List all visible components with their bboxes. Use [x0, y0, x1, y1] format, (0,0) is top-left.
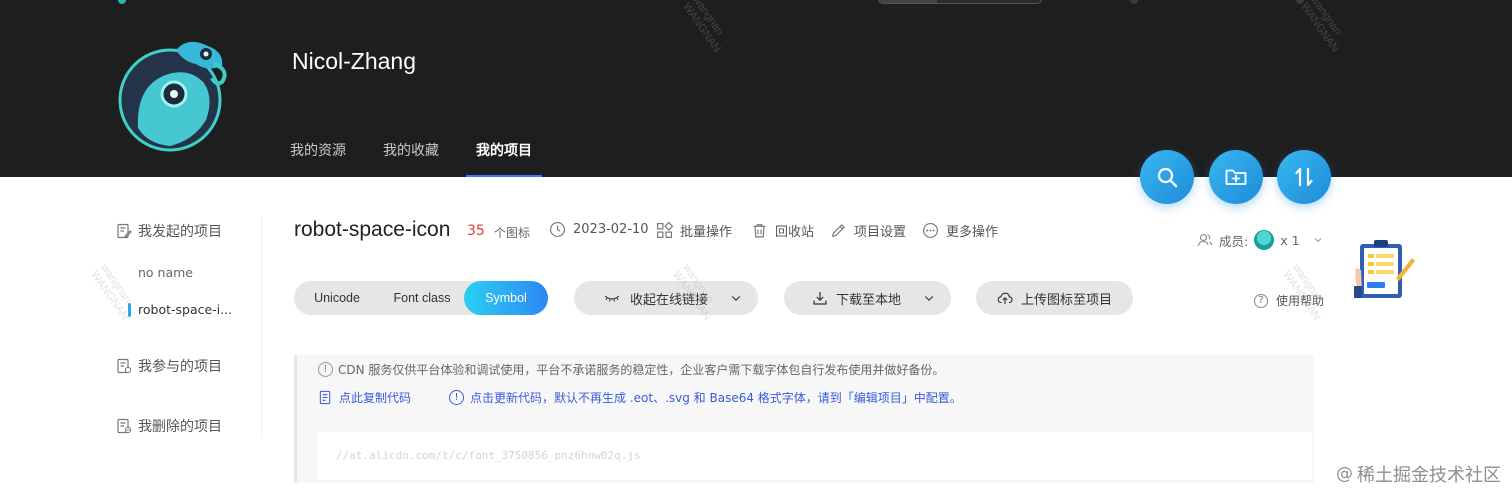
user-avatar[interactable]	[118, 28, 230, 152]
at-icon: @	[1336, 464, 1353, 484]
project-delete-icon	[117, 418, 132, 434]
profile-nav: 我的资源 我的收藏 我的项目	[290, 140, 542, 177]
chevron-down-icon	[1314, 238, 1321, 243]
search-button[interactable]	[1140, 150, 1194, 204]
format-switch: Unicode Font class Symbol	[294, 281, 548, 315]
clipboard-illustration-icon[interactable]	[1352, 238, 1416, 302]
member-avatar	[1254, 230, 1275, 250]
chevron-down-icon	[731, 296, 741, 302]
project-settings-label: 项目设置	[854, 225, 907, 240]
format-symbol-button[interactable]: Symbol	[464, 281, 548, 315]
profile-header: Nicol-Zhang 我的资源 我的收藏 我的项目 wangnan WANGN…	[0, 0, 1512, 177]
watermark: wangnan WANGNAN	[680, 0, 726, 55]
online-link-dropdown[interactable]: 收起在线链接	[574, 281, 758, 315]
help-link[interactable]: ? 使用帮助	[1254, 292, 1324, 309]
format-fontclass-button[interactable]: Font class	[380, 281, 464, 315]
new-project-button[interactable]	[1209, 150, 1263, 204]
cloud-upload-icon	[997, 292, 1013, 304]
more-operations-button[interactable]: 更多操作	[922, 221, 998, 240]
icon-count-label: 个图标	[494, 226, 531, 240]
recycle-bin-label: 回收站	[775, 225, 815, 240]
cdn-notice-text: CDN 服务仅供平台体验和调试使用，平台不承诺服务的稳定性，企业客户需下载字体包…	[338, 363, 945, 377]
code-actions: 点此复制代码 ! 点击更新代码，默认不再生成 .eot、.svg 和 Base6…	[318, 389, 962, 406]
trash-icon	[753, 224, 766, 238]
online-link-label: 收起在线链接	[629, 292, 708, 308]
refresh-code-link[interactable]: ! 点击更新代码，默认不再生成 .eot、.svg 和 Base64 格式字体，…	[449, 389, 962, 406]
question-icon: ?	[1254, 293, 1268, 308]
sort-icon	[1295, 167, 1313, 187]
top-dot	[118, 0, 126, 4]
members-label: 成员:	[1219, 233, 1249, 249]
top-dot	[1296, 0, 1304, 4]
created-projects-label: 我发起的项目	[138, 224, 222, 240]
format-unicode-button[interactable]: Unicode	[294, 281, 380, 315]
batch-operations-label: 批量操作	[680, 225, 733, 240]
footer-watermark-text: 稀土掘金技术社区	[1357, 465, 1501, 486]
joined-projects-label: 我参与的项目	[138, 359, 222, 375]
download-dropdown[interactable]: 下载至本地	[784, 281, 951, 315]
footer-watermark: @ 稀土掘金技术社区	[1336, 461, 1501, 487]
top-dot	[1130, 0, 1138, 4]
pencil-icon	[832, 224, 845, 237]
help-label: 使用帮助	[1276, 294, 1325, 308]
copy-code-label: 点此复制代码	[339, 391, 412, 405]
more-operations-label: 更多操作	[946, 225, 999, 240]
eye-closed-icon	[604, 295, 620, 302]
sidebar-project-item[interactable]: no name	[138, 265, 193, 280]
grid-icon	[657, 222, 673, 238]
project-title: robot-space-icon	[294, 218, 451, 241]
members-dropdown[interactable]: 成员: x 1	[1197, 230, 1324, 250]
clock-icon	[550, 222, 565, 237]
deleted-projects-group[interactable]: 我删除的项目	[116, 416, 222, 436]
copy-document-icon	[319, 390, 331, 405]
project-date-text: 2023-02-10	[573, 222, 649, 237]
search-icon	[1157, 167, 1178, 188]
top-toggle-segment	[879, 0, 937, 3]
more-icon	[923, 223, 938, 238]
recycle-bin-button[interactable]: 回收站	[751, 221, 814, 240]
chevron-down-icon	[924, 296, 934, 302]
project-edit-icon	[117, 223, 132, 239]
sidebar-project-item-active[interactable]: robot-space-i...	[127, 302, 232, 317]
project-join-icon	[117, 358, 132, 374]
deleted-projects-label: 我删除的项目	[138, 419, 222, 435]
members-icon	[1197, 233, 1213, 247]
tab-my-projects[interactable]: 我的项目	[466, 140, 542, 177]
joined-projects-group[interactable]: 我参与的项目	[116, 356, 222, 376]
tab-my-favorites[interactable]: 我的收藏	[383, 140, 439, 177]
created-projects-group[interactable]: 我发起的项目	[116, 221, 222, 241]
download-icon	[813, 292, 827, 305]
cdn-notice: ! CDN 服务仅供平台体验和调试使用，平台不承诺服务的稳定性，企业客户需下载字…	[318, 361, 944, 378]
sidebar-divider	[261, 217, 262, 437]
info-icon: !	[318, 362, 333, 377]
upload-label: 上传图标至项目	[1020, 292, 1112, 308]
upload-button[interactable]: 上传图标至项目	[976, 281, 1133, 315]
sort-button[interactable]	[1277, 150, 1331, 204]
download-label: 下载至本地	[835, 292, 901, 308]
info-icon: !	[449, 390, 465, 405]
copy-code-link[interactable]: 点此复制代码	[318, 389, 411, 406]
refresh-code-label: 点击更新代码，默认不再生成 .eot、.svg 和 Base64 格式字体，请到…	[470, 391, 962, 405]
members-count: x 1	[1280, 232, 1300, 248]
icon-count: 35	[467, 223, 485, 239]
project-date: 2023-02-10	[549, 221, 649, 238]
watermark: wangnan WANGNAN	[1298, 0, 1344, 55]
top-toggle[interactable]	[878, 0, 1042, 4]
code-url[interactable]: //at.alicdn.com/t/c/font_3750856_pnz6hnw…	[336, 449, 641, 462]
batch-operations-button[interactable]: 批量操作	[656, 221, 732, 240]
folder-plus-icon	[1225, 169, 1247, 185]
project-settings-button[interactable]: 项目设置	[830, 221, 906, 240]
username: Nicol-Zhang	[292, 48, 416, 74]
tab-my-resources[interactable]: 我的资源	[290, 140, 346, 177]
